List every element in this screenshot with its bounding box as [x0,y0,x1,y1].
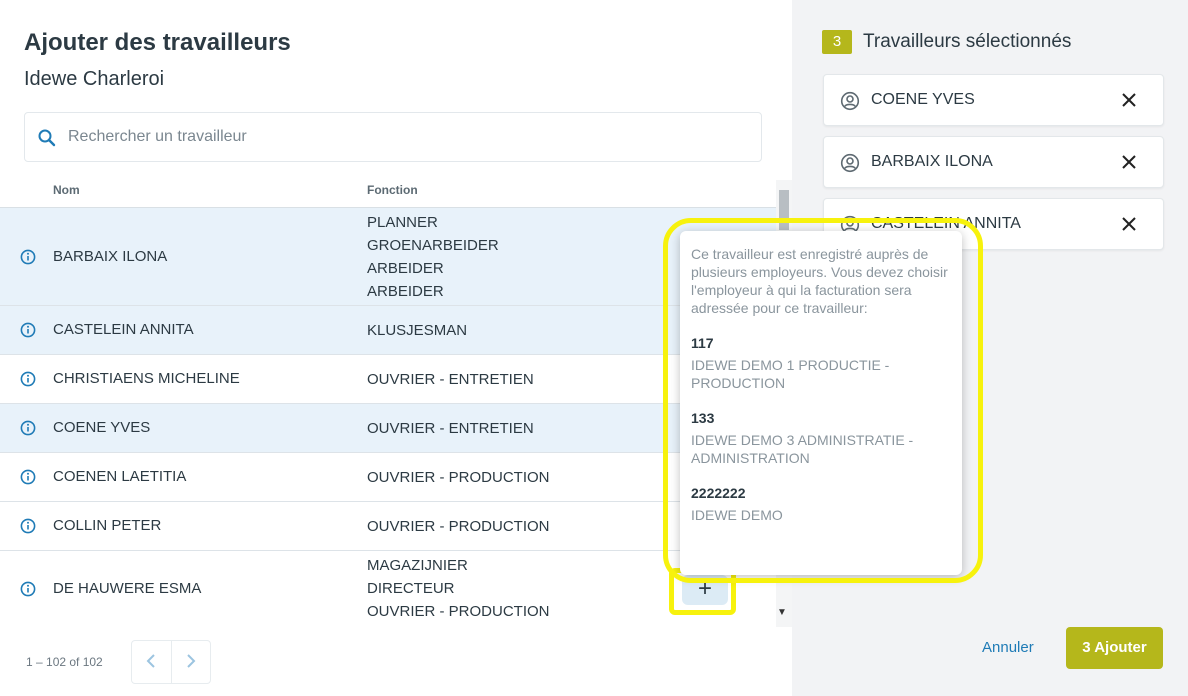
user-circle-icon [840,153,860,173]
worker-function: GROENARBEIDER [367,237,499,254]
worker-function: ARBEIDER [367,283,444,300]
worker-function: DIRECTEUR [367,580,455,597]
chevron-left-icon[interactable] [140,649,162,673]
table-row[interactable]: COLLIN PETER OUVRIER - PRODUCTION [0,502,776,551]
pagination-range: 1 – 102 of 102 [26,655,103,669]
table-row[interactable]: COENE YVES OUVRIER - ENTRETIEN [0,404,776,453]
table-row[interactable]: DE HAUWERE ESMA MAGAZIJNIER DIRECTEUR OU… [0,551,776,627]
column-header-function[interactable]: Fonction [367,183,418,197]
selected-worker-card: COENE YVES [823,74,1164,126]
selected-worker-name: COENE YVES [871,91,975,108]
selected-worker-name: BARBAIX ILONA [871,153,993,170]
worker-name: COENEN LAETITIA [53,468,187,485]
table-row[interactable]: BARBAIX ILONA PLANNER GROENARBEIDER ARBE… [0,208,776,306]
worker-name: CASTELEIN ANNITA [53,321,194,338]
info-icon[interactable] [20,420,36,436]
worker-table-body: BARBAIX ILONA PLANNER GROENARBEIDER ARBE… [0,208,776,627]
worker-name: BARBAIX ILONA [53,248,168,265]
user-circle-icon [840,91,860,111]
info-icon[interactable] [20,249,36,265]
info-icon[interactable] [20,371,36,387]
info-icon[interactable] [20,581,36,597]
worker-functions: KLUSJESMAN [367,319,467,342]
worker-function: OUVRIER - ENTRETIEN [367,371,534,388]
worker-functions: OUVRIER - PRODUCTION [367,466,550,489]
worker-functions: OUVRIER - ENTRETIEN [367,368,534,391]
selected-panel-title: Travailleurs sélectionnés [863,31,1072,52]
worker-functions: OUVRIER - PRODUCTION [367,515,550,538]
worker-functions: MAGAZIJNIER DIRECTEUR OUVRIER - PRODUCTI… [367,554,550,623]
worker-function: OUVRIER - PRODUCTION [367,603,550,620]
worker-name: CHRISTIAENS MICHELINE [53,370,240,387]
table-row[interactable]: CHRISTIAENS MICHELINE OUVRIER - ENTRETIE… [0,355,776,404]
selected-worker-card: BARBAIX ILONA [823,136,1164,188]
worker-function: PLANNER [367,214,438,231]
search-icon [38,129,56,147]
worker-function: OUVRIER - PRODUCTION [367,469,550,486]
table-row[interactable]: CASTELEIN ANNITA KLUSJESMAN [0,306,776,355]
add-submit-button[interactable]: 3 Ajouter [1066,627,1163,669]
chevron-right-icon[interactable] [180,649,202,673]
worker-function: MAGAZIJNIER [367,557,468,574]
worker-function: KLUSJESMAN [367,322,468,339]
info-icon[interactable] [20,518,36,534]
worker-function: OUVRIER - ENTRETIEN [367,420,534,437]
page-title: Ajouter des travailleurs [24,29,291,56]
worker-name: COENE YVES [53,419,151,436]
close-icon[interactable] [1121,216,1137,232]
worker-name: DE HAUWERE ESMA [53,580,202,597]
worker-functions: PLANNER GROENARBEIDER ARBEIDER ARBEIDER [367,211,499,303]
worker-functions: OUVRIER - ENTRETIEN [367,417,534,440]
selected-count-badge: 3 [822,30,852,54]
tooltip-highlight [663,218,983,583]
search-box[interactable]: Rechercher un travailleur [24,112,762,162]
info-icon[interactable] [20,322,36,338]
search-input[interactable]: Rechercher un travailleur [68,128,247,146]
pagination-divider [171,640,172,684]
close-icon[interactable] [1121,154,1137,170]
cancel-button[interactable]: Annuler [982,639,1034,656]
close-icon[interactable] [1121,92,1137,108]
column-header-name[interactable]: Nom [53,183,80,197]
worker-name: COLLIN PETER [53,517,162,534]
worker-function: OUVRIER - PRODUCTION [367,518,550,535]
info-icon[interactable] [20,469,36,485]
table-row[interactable]: COENEN LAETITIA OUVRIER - PRODUCTION [0,453,776,502]
worker-function: ARBEIDER [367,260,444,277]
page-subtitle: Idewe Charleroi [24,68,165,90]
scroll-down-arrow-icon[interactable]: ▼ [777,607,787,618]
